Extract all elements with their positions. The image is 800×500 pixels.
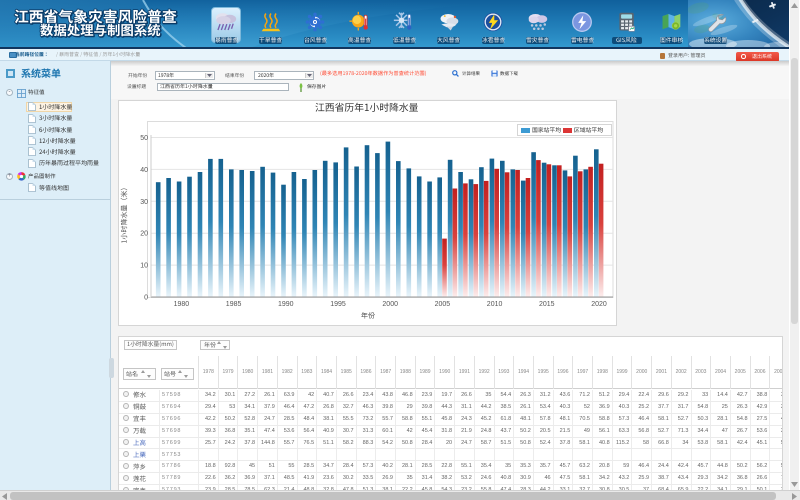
svg-text:1995: 1995 [330,301,346,308]
svg-text:1980: 1980 [174,301,190,308]
svg-text:2000: 2000 [382,301,398,308]
svg-text:1985: 1985 [226,301,242,308]
svg-text:2020: 2020 [591,301,607,308]
svg-text:10: 10 [140,263,148,270]
svg-text:2015: 2015 [539,301,555,308]
svg-text:50: 50 [140,135,148,142]
svg-text:2005: 2005 [435,301,451,308]
svg-text:20: 20 [140,231,148,238]
svg-text:40: 40 [140,167,148,174]
svg-text:1990: 1990 [278,301,294,308]
svg-text:0: 0 [144,295,148,302]
svg-text:30: 30 [140,199,148,206]
svg-text:2010: 2010 [487,301,503,308]
